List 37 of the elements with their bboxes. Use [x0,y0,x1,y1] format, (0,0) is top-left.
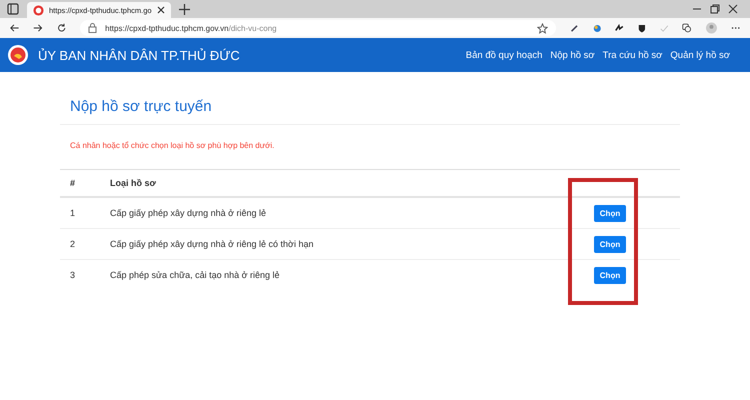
brand-title[interactable]: ỦY BAN NHÂN DÂN TP.THỦ ĐỨC [38,48,240,62]
nav-link[interactable]: Nộp hồ sơ [550,50,595,60]
tab-actions-icon[interactable] [7,3,19,15]
table-cell: 1 [60,197,100,228]
forward-icon[interactable] [33,22,43,34]
close-icon[interactable] [156,6,165,14]
shield-icon[interactable] [638,22,646,34]
site-logo-icon [33,4,44,16]
choose-button[interactable]: Chọn [594,204,626,222]
check-icon[interactable] [660,22,668,34]
choose-button[interactable]: Chọn [594,236,626,252]
table-cell: Cấp giấy phép xây dựng nhà ở riêng lẻ có thời hạn [100,228,540,260]
table-cell: Cấp phép sửa chữa, cải tạo nhà ở riêng lẻ [100,260,540,290]
column-header: Loại hồ sơ [100,170,540,197]
table-cell: 2 [60,228,100,260]
page-title: Nộp hồ sơ trực tuyến [60,98,680,125]
emblem-icon [8,45,28,65]
collections-icon[interactable] [682,22,692,34]
nav-link[interactable]: Quản lý hồ sơ [670,50,730,60]
notice-text: Cá nhân hoặc tổ chức chọn loại hồ sơ phù hợp bên dưới. [69,140,276,152]
address-field[interactable]: https://cpxd-tpthuduc.tphcm.gov.vn/dich-vu-cong [80,20,556,36]
nav-link[interactable]: Bản đồ quy hoạch [466,50,542,60]
close-icon[interactable] [728,4,738,14]
choose-button[interactable]: Chọn [594,266,626,284]
lock-icon[interactable] [88,23,98,33]
table-cell: 3 [60,260,100,290]
restore-icon[interactable] [710,4,720,14]
profile-icon[interactable] [706,21,717,35]
back-icon[interactable] [10,22,20,34]
column-header: # [60,170,100,197]
more-icon[interactable] [730,26,740,30]
new-tab-icon[interactable] [178,4,190,14]
table-cell: Cấp giấy phép xây dựng nhà ở riêng lẻ [100,197,540,228]
refresh-icon[interactable] [56,22,66,34]
pen-icon[interactable] [570,22,579,34]
star-icon[interactable] [537,22,548,34]
nav-link[interactable]: Tra cứu hồ sơ [602,50,662,60]
